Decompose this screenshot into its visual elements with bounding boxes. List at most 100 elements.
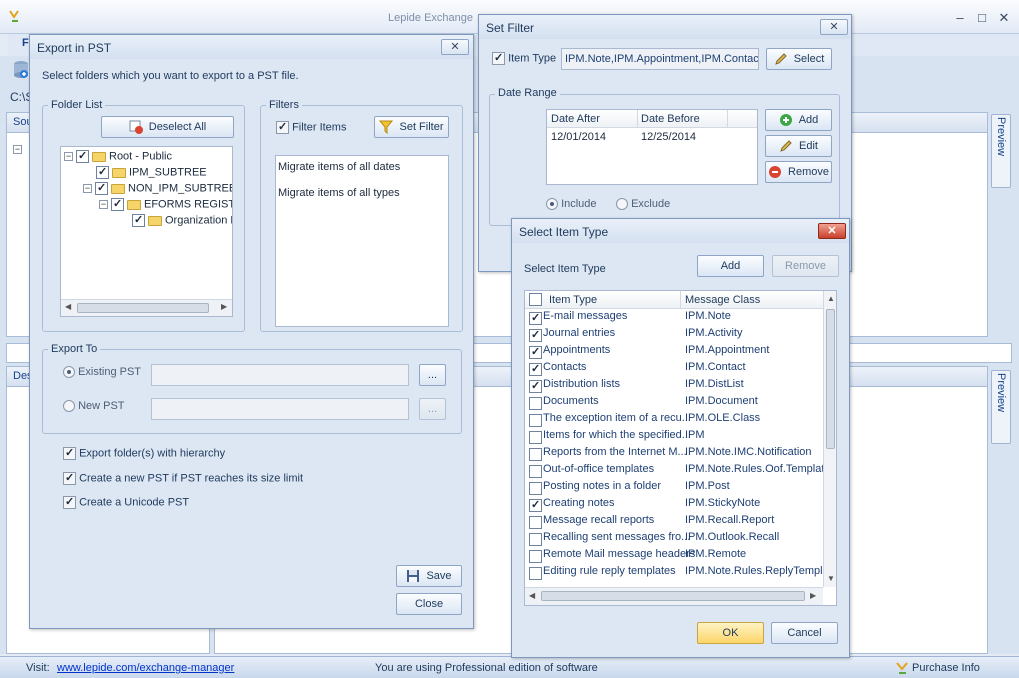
- item-type-checkbox[interactable]: [529, 329, 542, 342]
- purchase-info-link[interactable]: Purchase Info: [912, 662, 980, 674]
- close-window-icon[interactable]: ✕: [995, 10, 1013, 26]
- preview-tab-bottom[interactable]: Preview: [991, 370, 1011, 444]
- item-type-checkbox[interactable]: [529, 346, 542, 359]
- item-type-checkbox[interactable]: [529, 533, 542, 546]
- date-range-table[interactable]: Date After Date Before 12/01/2014 12/25/…: [546, 109, 758, 185]
- item-type-row[interactable]: Posting notes in a folder IPM.Post: [525, 480, 823, 497]
- item-type-row[interactable]: Reports from the Internet M... IPM.Note.I…: [525, 446, 823, 463]
- item-type-row[interactable]: The exception item of a recu... IPM.OLE.C…: [525, 412, 823, 429]
- scroll-thumb[interactable]: [77, 303, 209, 313]
- filter-items-checkbox[interactable]: Filter Items: [276, 121, 346, 134]
- tree-checkbox[interactable]: [96, 166, 109, 179]
- option-new-pst-size-limit[interactable]: Create a new PST if PST reaches its size…: [63, 472, 303, 485]
- item-type-checkbox[interactable]: [529, 516, 542, 529]
- item-type-checkbox[interactable]: [529, 482, 542, 495]
- ok-button[interactable]: OK: [697, 622, 764, 644]
- tree-checkbox[interactable]: [76, 150, 89, 163]
- item-type-row[interactable]: Distribution lists IPM.DistList: [525, 378, 823, 395]
- exclude-radio[interactable]: Exclude: [616, 198, 670, 211]
- col-date-before[interactable]: Date Before: [641, 113, 700, 125]
- item-type-checkbox[interactable]: [529, 397, 542, 410]
- tree-item-root[interactable]: −Root - Public: [64, 150, 172, 163]
- select-all-checkbox[interactable]: [529, 293, 542, 306]
- select-item-type-button[interactable]: Select: [766, 48, 832, 70]
- deselect-all-button[interactable]: Deselect All: [101, 116, 234, 138]
- item-list-horizontal-scrollbar[interactable]: ◀ ▶: [525, 587, 823, 605]
- add-item-type-button[interactable]: Add: [697, 255, 764, 277]
- item-type-row[interactable]: Appointments IPM.Appointment: [525, 344, 823, 361]
- item-type-row[interactable]: Creating notes IPM.StickyNote: [525, 497, 823, 514]
- item-type-row[interactable]: Documents IPM.Document: [525, 395, 823, 412]
- remove-item-type-button[interactable]: Remove: [772, 255, 839, 277]
- col-item-type[interactable]: Item Type: [549, 294, 597, 306]
- maximize-icon[interactable]: □: [973, 10, 991, 26]
- date-after-cell[interactable]: 12/01/2014: [551, 131, 606, 143]
- item-type-row[interactable]: Contacts IPM.Contact: [525, 361, 823, 378]
- col-date-after[interactable]: Date After: [551, 113, 600, 125]
- scroll-right-icon[interactable]: ▶: [221, 302, 227, 311]
- tree-item-organization-forms[interactable]: Organization For: [132, 214, 232, 227]
- minimize-icon[interactable]: –: [951, 10, 969, 26]
- item-type-list[interactable]: Item Type Message Class E-mail messagesI…: [524, 290, 837, 606]
- date-before-cell[interactable]: 12/25/2014: [641, 131, 696, 143]
- close-button[interactable]: Close: [396, 593, 462, 615]
- item-type-checkbox[interactable]: [529, 380, 542, 393]
- item-type-checkbox[interactable]: [529, 465, 542, 478]
- item-type-row[interactable]: Remote Mail message headers IPM.Remote: [525, 548, 823, 565]
- scroll-thumb[interactable]: [826, 309, 835, 449]
- item-type-checkbox[interactable]: [529, 363, 542, 376]
- tree-checkbox[interactable]: [95, 182, 108, 195]
- scroll-right-icon[interactable]: ▶: [810, 591, 816, 600]
- set-filter-button[interactable]: Set Filter: [374, 116, 449, 138]
- item-type-row[interactable]: Message recall reports IPM.Recall.Report: [525, 514, 823, 531]
- tree-item-eforms-registry[interactable]: −EFORMS REGISTRY: [99, 198, 232, 211]
- scroll-left-icon[interactable]: ◀: [529, 591, 535, 600]
- preview-tab-top[interactable]: Preview: [991, 114, 1011, 188]
- item-type-row[interactable]: Journal entries IPM.Activity: [525, 327, 823, 344]
- export-dialog-close-icon[interactable]: ✕: [441, 39, 469, 55]
- item-type-checkbox[interactable]: [529, 499, 542, 512]
- tree-horizontal-scrollbar[interactable]: ◀ ▶: [61, 299, 232, 316]
- existing-pst-browse-button[interactable]: ...: [419, 364, 446, 386]
- item-type-row[interactable]: E-mail messages IPM.Note: [525, 310, 823, 327]
- item-type-checkbox[interactable]: [529, 448, 542, 461]
- existing-pst-path-field[interactable]: [151, 364, 409, 386]
- item-type-checkbox[interactable]: [529, 414, 542, 427]
- item-type-checkbox[interactable]: [529, 567, 542, 580]
- new-pst-browse-button[interactable]: ...: [419, 398, 446, 420]
- item-type-checkbox[interactable]: Item Type: [492, 52, 556, 65]
- scroll-up-icon[interactable]: ▲: [827, 294, 835, 303]
- website-link[interactable]: www.lepide.com/exchange-manager: [57, 662, 234, 674]
- col-message-class[interactable]: Message Class: [685, 294, 760, 306]
- set-filter-close-icon[interactable]: ✕: [820, 19, 848, 35]
- source-tree-expander[interactable]: −: [13, 143, 25, 155]
- menu-file[interactable]: F: [22, 37, 29, 49]
- item-type-row[interactable]: Out-of-office templates IPM.Note.Rules.Oo…: [525, 463, 836, 480]
- option-unicode-pst[interactable]: Create a Unicode PST: [63, 496, 189, 509]
- item-type-checkbox[interactable]: [529, 431, 542, 444]
- tree-item-non-ipm-subtree[interactable]: −NON_IPM_SUBTREE: [83, 182, 232, 195]
- new-pst-path-field[interactable]: [151, 398, 409, 420]
- item-type-row[interactable]: Editing rule reply templates IPM.Note.Rul…: [525, 565, 836, 582]
- tree-checkbox[interactable]: [111, 198, 124, 211]
- scroll-down-icon[interactable]: ▼: [827, 574, 835, 583]
- scroll-thumb[interactable]: [541, 591, 805, 601]
- tree-checkbox[interactable]: [132, 214, 145, 227]
- folder-tree[interactable]: −Root - Public IPM_SUBTREE −NON_IPM_SUBT…: [60, 146, 233, 317]
- include-radio[interactable]: Include: [546, 198, 597, 211]
- cancel-button[interactable]: Cancel: [771, 622, 838, 644]
- item-type-field[interactable]: IPM.Note,IPM.Appointment,IPM.Contact,IPM: [561, 48, 759, 70]
- add-date-button[interactable]: Add: [765, 109, 832, 131]
- new-pst-radio[interactable]: New PST: [63, 400, 125, 413]
- item-type-checkbox[interactable]: [529, 550, 542, 563]
- item-list-vertical-scrollbar[interactable]: ▲ ▼: [823, 291, 836, 587]
- option-export-hierarchy[interactable]: Export folder(s) with hierarchy: [63, 447, 225, 460]
- item-type-checkbox[interactable]: [529, 312, 542, 325]
- edit-date-button[interactable]: Edit: [765, 135, 832, 157]
- save-button[interactable]: Save: [396, 565, 462, 587]
- remove-date-button[interactable]: Remove: [765, 161, 832, 183]
- item-type-row[interactable]: Recalling sent messages fro... IPM.Outloo…: [525, 531, 823, 548]
- existing-pst-radio[interactable]: Existing PST: [63, 366, 141, 379]
- item-type-row[interactable]: Items for which the specified... IPM: [525, 429, 823, 446]
- select-item-close-icon[interactable]: ✕: [818, 223, 846, 239]
